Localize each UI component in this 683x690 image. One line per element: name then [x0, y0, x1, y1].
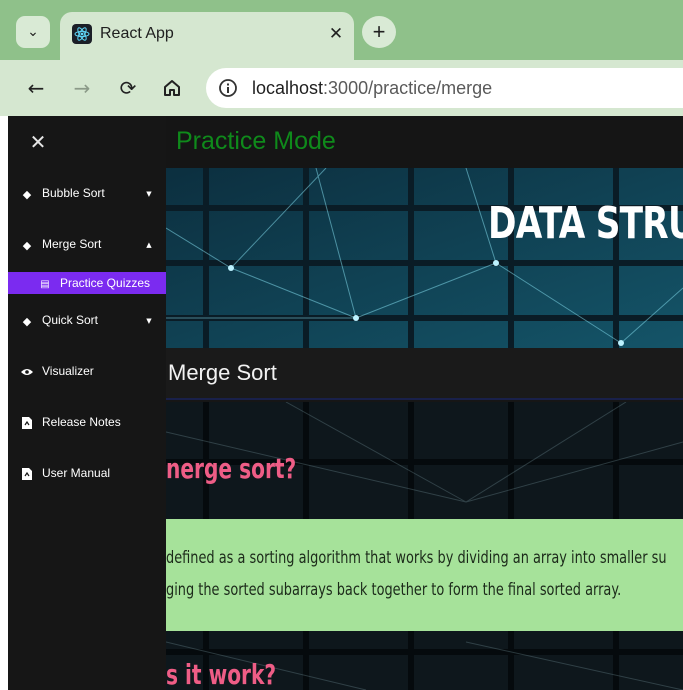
eye-icon	[20, 363, 34, 381]
document-icon	[20, 414, 34, 432]
home-icon	[164, 80, 180, 96]
caret-down-icon: ▼	[146, 317, 152, 325]
sidebar: ✕ ◆ Bubble Sort ▼ ◆ Merge Sort ▲ ▤ Pract…	[8, 116, 166, 690]
url-text: localhost:3000/practice/merge	[252, 78, 492, 98]
diamond-icon: ◆	[22, 187, 32, 201]
answer-box: defined as a sorting algorithm that work…	[166, 519, 683, 631]
sidebar-item-label: Visualizer	[42, 364, 94, 378]
url-host: localhost	[252, 78, 324, 98]
browser-tab-bar: ⌄ React App ✕ +	[0, 0, 683, 60]
sidebar-item-label: Release Notes	[42, 415, 121, 429]
sidebar-item-quick-sort[interactable]: ◆ Quick Sort ▼	[8, 303, 166, 339]
browser-toolbar: ← → ⟳ localhost:3000/practice/merge	[0, 60, 683, 116]
page-title: Practice Mode	[176, 127, 336, 155]
answer-text-line: ging the sorted subarrays back together …	[166, 580, 622, 600]
new-tab-button[interactable]: +	[362, 16, 396, 48]
question-heading: s it work?	[166, 658, 277, 690]
page-header: Practice Mode	[166, 116, 683, 168]
back-button[interactable]: ←	[20, 72, 52, 104]
document-icon	[20, 465, 34, 483]
reload-button[interactable]: ⟳	[112, 72, 144, 104]
question-heading: nerge sort?	[166, 452, 297, 485]
sidebar-item-bubble-sort[interactable]: ◆ Bubble Sort ▼	[8, 176, 166, 212]
sidebar-item-merge-sort[interactable]: ◆ Merge Sort ▲	[8, 227, 166, 263]
sidebar-item-label: User Manual	[42, 466, 111, 480]
caret-up-icon: ▲	[146, 241, 152, 249]
sidebar-item-label: Bubble Sort	[42, 186, 105, 200]
url-path: :3000/practice/merge	[323, 78, 493, 98]
answer-text-line: defined as a sorting algorithm that work…	[166, 548, 667, 568]
list-icon: ▤	[40, 278, 50, 290]
sidebar-item-user-manual[interactable]: User Manual	[8, 456, 166, 492]
tab-search-button[interactable]: ⌄	[16, 16, 50, 48]
arrow-right-icon: →	[73, 76, 91, 100]
reload-icon: ⟳	[119, 76, 137, 100]
caret-down-icon: ▼	[146, 190, 152, 198]
plus-icon: +	[372, 19, 386, 44]
sidebar-item-label: Quick Sort	[42, 313, 99, 327]
tab-title: React App	[100, 25, 174, 42]
network-background-image	[166, 168, 683, 348]
site-info-icon[interactable]	[216, 76, 240, 100]
sidebar-item-release-notes[interactable]: Release Notes	[8, 405, 166, 441]
sidebar-item-label: Practice Quizzes	[60, 276, 151, 290]
diamond-icon: ◆	[22, 314, 32, 328]
chevron-down-icon: ⌄	[27, 24, 39, 40]
address-bar[interactable]: localhost:3000/practice/merge	[206, 68, 683, 108]
sidebar-item-visualizer[interactable]: Visualizer	[8, 354, 166, 390]
content-area: nerge sort? defined as a sorting algorit…	[166, 402, 683, 690]
arrow-left-icon: ←	[27, 76, 45, 100]
forward-button[interactable]: →	[66, 72, 98, 104]
close-tab-icon[interactable]: ✕	[324, 22, 348, 46]
sidebar-subitem-practice-quizzes[interactable]: ▤ Practice Quizzes	[8, 272, 166, 294]
hero-banner: DATA STRU	[166, 168, 683, 348]
react-logo-icon	[72, 24, 92, 44]
diamond-icon: ◆	[22, 238, 32, 252]
sidebar-item-label: Merge Sort	[42, 237, 102, 251]
close-sidebar-icon[interactable]: ✕	[26, 130, 50, 154]
banner-heading: DATA STRU	[488, 198, 683, 249]
section-header: Merge Sort	[166, 348, 683, 400]
home-button[interactable]	[156, 72, 188, 104]
web-page: Practice Mode DATA STRU Merge Sort nerge…	[8, 116, 683, 690]
browser-tab[interactable]: React App ✕	[60, 12, 354, 60]
section-title: Merge Sort	[168, 360, 277, 385]
